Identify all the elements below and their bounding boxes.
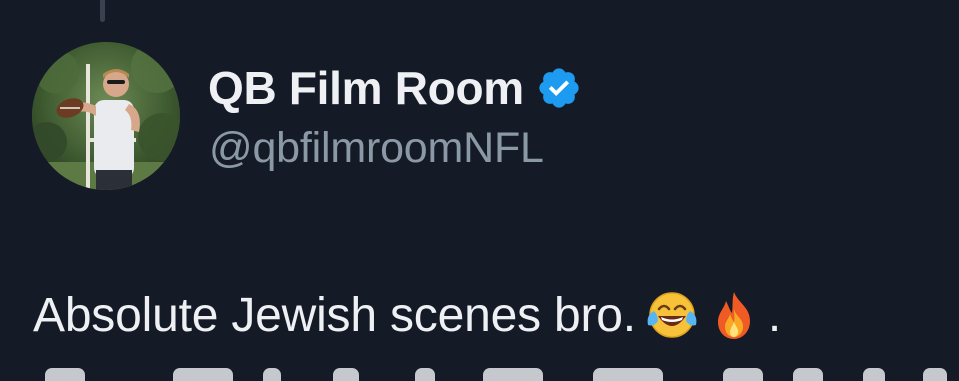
tweet-text-next-line-cropped [33, 362, 959, 381]
verified-badge-icon [536, 65, 582, 111]
profile-photo [32, 42, 180, 190]
tweet-body: Absolute Jewish scenes bro. . [33, 283, 781, 347]
author-handle[interactable]: @qbfilmroomNFL [209, 124, 544, 173]
tweet-text: Absolute Jewish scenes bro. [33, 288, 636, 342]
author-name-row: QB Film Room [208, 62, 582, 114]
tweet-trailing-punctuation: . [767, 288, 782, 342]
fire-icon [708, 289, 760, 341]
author-display-name[interactable]: QB Film Room [208, 61, 524, 115]
avatar[interactable] [32, 42, 180, 190]
thread-connector-line [100, 0, 105, 22]
face-with-tears-of-joy-icon [646, 289, 698, 341]
